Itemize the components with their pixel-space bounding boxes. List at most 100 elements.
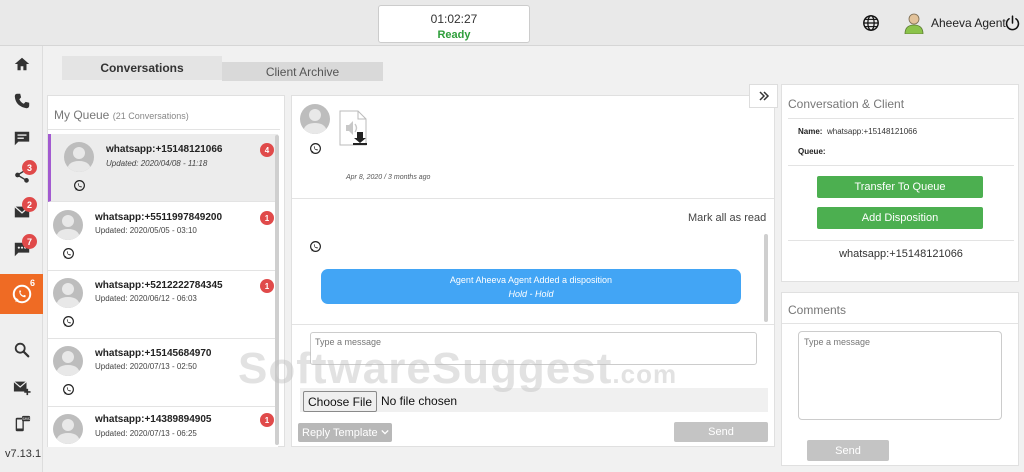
sms-badge: 7 — [22, 234, 37, 249]
nav-whatsapp[interactable]: 6 — [0, 274, 43, 314]
queue-header: My Queue (21 Conversations) — [54, 108, 189, 122]
agent-name[interactable]: Aheeva Agent — [931, 16, 1006, 30]
chat-icon — [14, 131, 29, 146]
queue-title: My Queue — [54, 108, 110, 122]
nav-social[interactable]: 3 — [0, 157, 43, 193]
nav-sms[interactable]: 7 — [0, 231, 43, 267]
queue-panel: My Queue (21 Conversations) whatsapp:+15… — [47, 95, 285, 447]
whatsapp-icon — [63, 316, 74, 327]
contact-avatar — [300, 104, 330, 134]
queue-divider — [48, 129, 280, 130]
reply-template-label: Reply Template — [302, 426, 378, 439]
queue-item[interactable]: whatsapp:+15145684970 Updated: 2020/07/1… — [48, 339, 278, 407]
updated-time: Updated: 2020/05/05 - 03:10 — [95, 226, 197, 235]
file-status: No file chosen — [381, 394, 458, 408]
agent-avatar-icon[interactable] — [904, 12, 924, 34]
unread-badge: 1 — [260, 211, 274, 225]
nav-mobile-sms[interactable]: SMS — [0, 406, 43, 442]
whatsapp-icon — [74, 180, 85, 191]
choose-file-button[interactable]: Choose File — [303, 391, 377, 412]
reply-template-dropdown[interactable]: Reply Template — [298, 423, 392, 442]
chat-scrollbar[interactable] — [764, 234, 768, 322]
top-bar: 01:02:27 Ready Aheeva Agent — [0, 0, 1024, 46]
compose-email-icon — [13, 381, 31, 396]
nav-chat[interactable] — [0, 120, 43, 156]
power-icon[interactable] — [1004, 14, 1021, 32]
audio-file-download-icon[interactable] — [338, 110, 368, 146]
contact-name: whatsapp:+15145684970 — [95, 348, 212, 359]
transfer-to-queue-button[interactable]: Transfer To Queue — [817, 176, 983, 198]
divider — [788, 118, 1014, 119]
double-chevron-right-icon — [758, 91, 769, 101]
app-version: v7.13.1 — [5, 448, 42, 460]
whatsapp-badge: 6 — [29, 277, 35, 288]
name-label: Name: — [798, 127, 823, 136]
nav-email[interactable]: 2 — [0, 194, 43, 230]
disposition-value: Hold - Hold — [508, 289, 554, 299]
contact-avatar — [53, 346, 83, 376]
contact-avatar — [53, 414, 83, 444]
comment-input[interactable]: Type a message — [798, 331, 1002, 420]
queue-scrollbar[interactable] — [275, 135, 279, 445]
chat-panel: Apr 8, 2020 / 3 months ago Mark all as r… — [291, 95, 775, 447]
session-timer: 01:02:27 — [430, 12, 478, 26]
phone-icon — [14, 93, 29, 109]
client-panel-title: Conversation & Client — [788, 97, 905, 111]
contact-name: whatsapp:+15148121066 — [106, 144, 223, 155]
nav-search[interactable] — [0, 332, 43, 368]
mobile-sms-icon: SMS — [15, 415, 30, 432]
comments-panel: Comments Type a message Send — [781, 292, 1019, 466]
unread-badge: 1 — [260, 413, 274, 427]
svg-text:SMS: SMS — [22, 417, 30, 421]
tab-conversations[interactable]: Conversations — [62, 56, 222, 80]
queue-item[interactable]: whatsapp:+5212222784345 Updated: 2020/06… — [48, 271, 278, 339]
contact-name: whatsapp:+14389894905 — [95, 414, 212, 425]
home-icon — [14, 57, 29, 71]
updated-time: Updated: 2020/06/12 - 06:03 — [95, 294, 197, 303]
queue-label: Queue: — [798, 147, 826, 156]
divider — [788, 165, 1014, 166]
queue-count: (21 Conversations) — [112, 111, 189, 121]
nav-home[interactable] — [0, 46, 43, 82]
divider — [788, 240, 1014, 241]
name-value: whatsapp:+15148121066 — [827, 127, 918, 136]
disposition-text: Agent Aheeva Agent Added a disposition — [449, 275, 613, 285]
nav-phone[interactable] — [0, 83, 43, 119]
add-disposition-button[interactable]: Add Disposition — [817, 207, 983, 229]
collapse-panel-button[interactable] — [749, 84, 778, 108]
message-input[interactable]: Type a message — [310, 332, 757, 365]
client-number: whatsapp:+15148121066 — [839, 248, 963, 260]
agent-status: Ready — [437, 29, 471, 41]
unread-badge: 1 — [260, 279, 274, 293]
agent-status-widget[interactable]: 01:02:27 Ready — [378, 5, 530, 43]
nav-compose-email[interactable] — [0, 369, 43, 405]
updated-time: Updated: 2020/07/13 - 02:50 — [95, 362, 197, 371]
search-icon — [14, 342, 29, 358]
tab-client-archive[interactable]: Client Archive — [222, 62, 383, 81]
whatsapp-icon — [63, 384, 74, 395]
left-nav: 3 2 7 6 SMS v7.13.1 — [0, 46, 43, 472]
chevron-down-icon — [381, 429, 389, 435]
send-message-button[interactable]: Send — [674, 422, 768, 442]
divider — [782, 323, 1018, 324]
mark-all-read-link[interactable]: Mark all as read — [688, 212, 766, 224]
whatsapp-icon — [63, 248, 74, 259]
contact-avatar — [53, 278, 83, 308]
whatsapp-icon — [310, 143, 321, 154]
queue-item[interactable]: whatsapp:+5511997849200 Updated: 2020/05… — [48, 203, 278, 271]
disposition-message: Agent Aheeva Agent Added a disposition H… — [321, 269, 741, 304]
email-badge: 2 — [22, 197, 37, 212]
contact-avatar — [64, 142, 94, 172]
comments-title: Comments — [788, 303, 847, 317]
globe-icon[interactable] — [862, 14, 880, 32]
divider — [292, 324, 774, 325]
updated-time: Updated: 2020/07/13 - 06:25 — [95, 429, 197, 438]
contact-name: whatsapp:+5511997849200 — [95, 212, 223, 223]
queue-item[interactable]: whatsapp:+15148121066 Updated: 2020/04/0… — [48, 134, 278, 202]
send-comment-button[interactable]: Send — [807, 440, 889, 461]
queue-item[interactable]: whatsapp:+14389894905 Updated: 2020/07/1… — [48, 407, 278, 447]
updated-time: Updated: 2020/04/08 - 11:18 — [106, 159, 208, 168]
whatsapp-icon — [310, 241, 321, 252]
social-badge: 3 — [22, 160, 37, 175]
message-timestamp: Apr 8, 2020 / 3 months ago — [346, 174, 431, 181]
